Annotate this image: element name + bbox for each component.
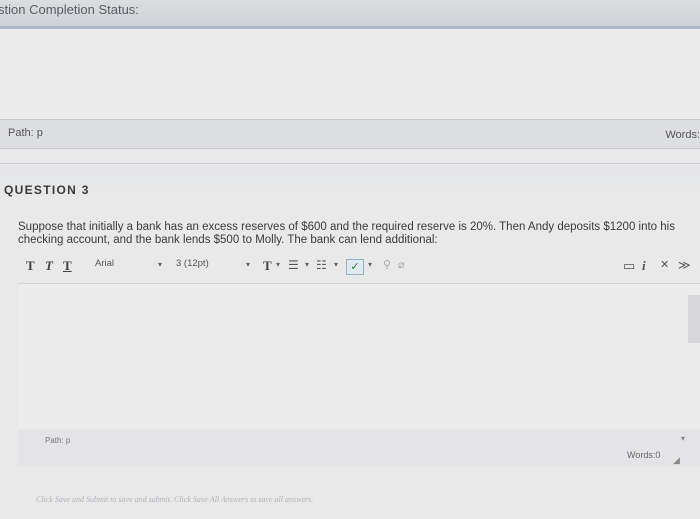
spellcheck-icon[interactable]: ✓	[346, 259, 364, 275]
editor-scrollbar[interactable]	[688, 295, 700, 343]
save-instructions: Click Save and Submit to save and submit…	[36, 495, 314, 504]
scroll-down-icon[interactable]: ▾	[681, 434, 685, 443]
underline-button[interactable]: T	[63, 258, 72, 274]
question-text: Suppose that initially a bank has an exc…	[18, 221, 675, 246]
previous-answer-status-bar: Path: p Words:	[0, 119, 700, 149]
fullscreen-icon[interactable]: ✕	[660, 258, 669, 271]
info-icon[interactable]: i	[642, 258, 646, 274]
text-color-dropdown-icon[interactable]: ▾	[276, 260, 280, 269]
previous-answer-editor[interactable]	[0, 31, 700, 119]
font-size-dropdown-icon[interactable]: ▾	[246, 260, 250, 269]
spellcheck-dropdown-icon[interactable]: ▾	[368, 260, 372, 269]
answer-editor[interactable]	[18, 283, 700, 429]
numbered-list-icon[interactable]: ☷	[316, 258, 327, 272]
top-status-bar: stion Completion Status:	[0, 0, 700, 29]
font-size-select[interactable]: 3 (12pt)	[176, 258, 209, 269]
question-number: QUESTION 3	[4, 183, 90, 197]
answer-word-count: Words:0	[627, 450, 661, 460]
resize-handle-icon[interactable]: ◢	[673, 455, 680, 466]
text-color-button[interactable]: T	[263, 258, 272, 274]
bullet-list-dropdown-icon[interactable]: ▾	[305, 260, 309, 269]
answer-path-label: Path: p	[45, 436, 71, 445]
italic-button[interactable]: T	[45, 258, 53, 274]
toggle-toolbar-icon[interactable]: ≫	[678, 258, 691, 272]
preview-icon[interactable]: ▭	[623, 258, 635, 274]
completion-status-title: stion Completion Status:	[0, 2, 139, 17]
link-icon[interactable]: ⚲	[383, 258, 391, 271]
bold-button[interactable]: T	[26, 258, 35, 274]
font-family-select[interactable]: Arial	[95, 258, 114, 269]
bullet-list-icon[interactable]: ☰	[288, 258, 299, 272]
font-family-dropdown-icon[interactable]: ▾	[158, 260, 162, 269]
word-count: Words:	[665, 129, 700, 141]
unlink-icon[interactable]: ⌀	[398, 258, 405, 271]
path-label: Path: p	[8, 127, 43, 139]
editor-toolbar: T T T Arial ▾ 3 (12pt) ▾ T ▾ ☰ ▾ ☷ ▾ ✓ ▾…	[18, 255, 700, 281]
numbered-list-dropdown-icon[interactable]: ▾	[334, 260, 338, 269]
question-header: QUESTION 3	[0, 163, 700, 200]
answer-status-bar: Path: p ▾ Words:0 ◢	[18, 430, 700, 466]
